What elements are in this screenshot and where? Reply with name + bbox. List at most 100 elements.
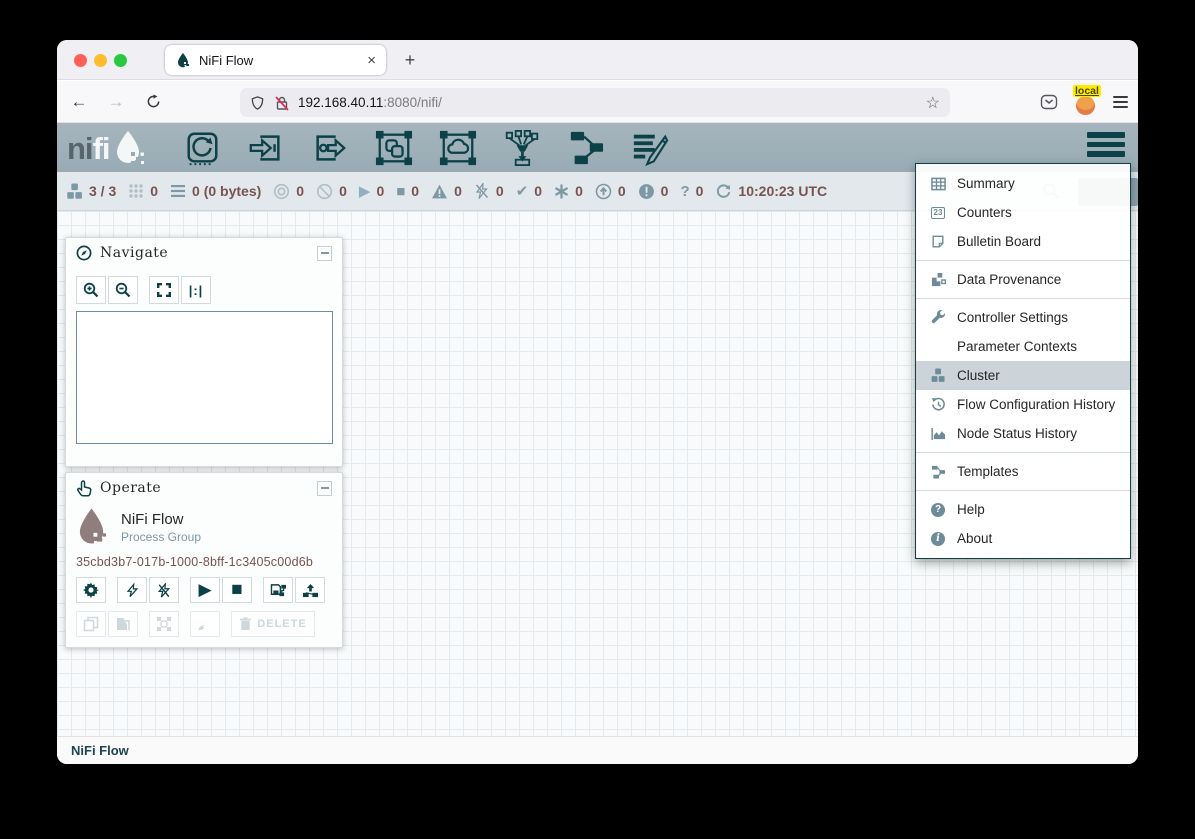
remote-process-group-component-icon[interactable] — [438, 128, 478, 168]
minimize-window-button[interactable] — [94, 54, 107, 67]
menu-item-flow-configuration-history[interactable]: Flow Configuration History — [916, 390, 1130, 419]
reload-button[interactable] — [138, 87, 168, 117]
process-group-component-icon[interactable] — [374, 128, 414, 168]
help-icon: ? — [928, 503, 948, 517]
menu-item-summary[interactable]: Summary — [916, 169, 1130, 198]
stop-button[interactable]: ■ — [222, 577, 252, 603]
start-button[interactable]: ▶ — [190, 577, 220, 603]
menu-item-parameter-contexts[interactable]: Parameter Contexts — [916, 332, 1130, 361]
disable-button[interactable] — [149, 577, 179, 603]
menu-item-about[interactable]: i About — [916, 524, 1130, 553]
insecure-lock-icon[interactable] — [274, 95, 290, 111]
nifi-global-menu-button[interactable] — [1087, 132, 1125, 157]
selected-component-id[interactable]: 35cbd3b7-017b-1000-8bff-1c3405c00d6b — [66, 555, 342, 569]
invalid-status: 0 — [431, 183, 462, 200]
selected-component-name: NiFi Flow — [121, 511, 201, 528]
stale-arrow-up-icon — [595, 183, 612, 200]
processor-component-icon[interactable] — [182, 128, 222, 168]
container-tab-label: local — [1073, 85, 1101, 97]
nifi-favicon — [175, 52, 191, 68]
avatar-face-icon — [1076, 96, 1095, 115]
label-component-icon[interactable] — [630, 128, 670, 168]
history-icon — [928, 397, 948, 412]
navigate-collapse-button[interactable] — [317, 246, 332, 261]
logo-ni-text: ni — [67, 132, 93, 166]
url-text: 192.168.40.11:8080/nifi/ — [298, 95, 926, 110]
area-chart-icon — [928, 427, 948, 441]
menu-item-controller-settings[interactable]: Controller Settings — [916, 303, 1130, 332]
operate-collapse-button[interactable] — [317, 481, 332, 496]
bulletin-board-icon — [928, 235, 948, 249]
forward-button[interactable]: → — [101, 87, 131, 117]
template-component-icon[interactable] — [566, 128, 606, 168]
stopped-status: ■ 0 — [396, 183, 419, 200]
cluster-cubes-icon — [928, 368, 948, 383]
actual-size-glyph: |:| — [189, 283, 204, 298]
firefox-menu-button[interactable] — [1113, 96, 1128, 108]
save-template-button[interactable] — [263, 577, 293, 603]
breadcrumb-root[interactable]: NiFi Flow — [71, 743, 129, 758]
refresh-icon[interactable] — [715, 183, 732, 200]
menu-item-data-provenance[interactable]: Data Provenance — [916, 265, 1130, 294]
nifi-drop-icon — [112, 130, 146, 166]
upload-template-button[interactable] — [295, 577, 325, 603]
nifi-logo: nifi — [67, 130, 146, 166]
zoom-out-button[interactable] — [108, 276, 138, 304]
fullscreen-window-button[interactable] — [114, 54, 127, 67]
menu-item-cluster[interactable]: Cluster — [916, 361, 1130, 390]
navigate-panel-header: Navigate — [66, 238, 342, 268]
compass-icon — [76, 245, 92, 261]
menu-item-templates[interactable]: Templates — [916, 457, 1130, 486]
delete-button[interactable]: DELETE — [231, 611, 315, 637]
menu-item-node-status-history[interactable]: Node Status History — [916, 419, 1130, 448]
running-status: ▶ 0 — [359, 182, 384, 200]
sync-failure-question-icon: ? — [680, 183, 689, 200]
queued-icon — [170, 183, 186, 199]
zoom-actual-size-button[interactable]: |:| — [181, 276, 211, 304]
pocket-icon[interactable] — [1039, 92, 1059, 112]
locally-modified-asterisk-icon — [554, 184, 569, 199]
selected-component-type: Process Group — [121, 530, 201, 544]
menu-item-bulletin-board[interactable]: Bulletin Board — [916, 227, 1130, 256]
shield-icon — [250, 95, 265, 111]
color-brush-button[interactable] — [190, 611, 220, 637]
threads-icon — [128, 183, 144, 199]
menu-item-counters[interactable]: 23 Counters — [916, 198, 1130, 227]
paste-button[interactable] — [108, 611, 138, 637]
operate-panel: Operate NiFi Flow Process Group 35cbd3b7… — [65, 472, 343, 648]
output-port-component-icon[interactable] — [310, 128, 350, 168]
breadcrumb: NiFi Flow — [57, 736, 1138, 764]
menu-item-help[interactable]: ? Help — [916, 495, 1130, 524]
enable-button[interactable] — [117, 577, 147, 603]
bookmark-star-icon[interactable]: ☆ — [926, 93, 940, 113]
address-field[interactable]: 192.168.40.11:8080/nifi/ ☆ — [240, 88, 950, 117]
profile-avatar[interactable]: local — [1075, 87, 1097, 117]
new-tab-button[interactable]: + — [397, 48, 423, 74]
zoom-fit-button[interactable] — [149, 276, 179, 304]
menu-divider — [916, 452, 1130, 453]
copy-button[interactable] — [76, 611, 106, 637]
group-button[interactable] — [149, 611, 179, 637]
tab-close-icon[interactable]: × — [367, 52, 376, 69]
cluster-icon — [66, 183, 83, 200]
browser-tab[interactable]: NiFi Flow × — [165, 45, 386, 75]
sync-failure-status: ? 0 — [680, 183, 703, 200]
disabled-lightning-icon — [474, 183, 490, 199]
configure-button[interactable] — [76, 577, 106, 603]
navigate-panel-title: Navigate — [100, 245, 317, 261]
browser-window: NiFi Flow × + ← → 192.168.40.11:8080/nif… — [57, 40, 1138, 764]
connected-nodes-status: 3 / 3 — [66, 183, 116, 200]
zoom-in-button[interactable] — [76, 276, 106, 304]
birdseye-minimap[interactable] — [76, 311, 333, 444]
wrench-icon — [928, 310, 948, 325]
counters-icon: 23 — [928, 207, 948, 219]
url-bar: ← → 192.168.40.11:8080/nifi/ ☆ — [57, 81, 1138, 123]
back-button[interactable]: ← — [64, 87, 94, 117]
input-port-component-icon[interactable] — [246, 128, 286, 168]
close-window-button[interactable] — [74, 54, 87, 67]
funnel-component-icon[interactable] — [502, 128, 542, 168]
stale-status: 0 — [595, 183, 626, 200]
locally-modified-status: 0 — [554, 183, 583, 199]
running-icon: ▶ — [359, 182, 371, 200]
url-host: 192.168.40.11 — [298, 95, 383, 110]
